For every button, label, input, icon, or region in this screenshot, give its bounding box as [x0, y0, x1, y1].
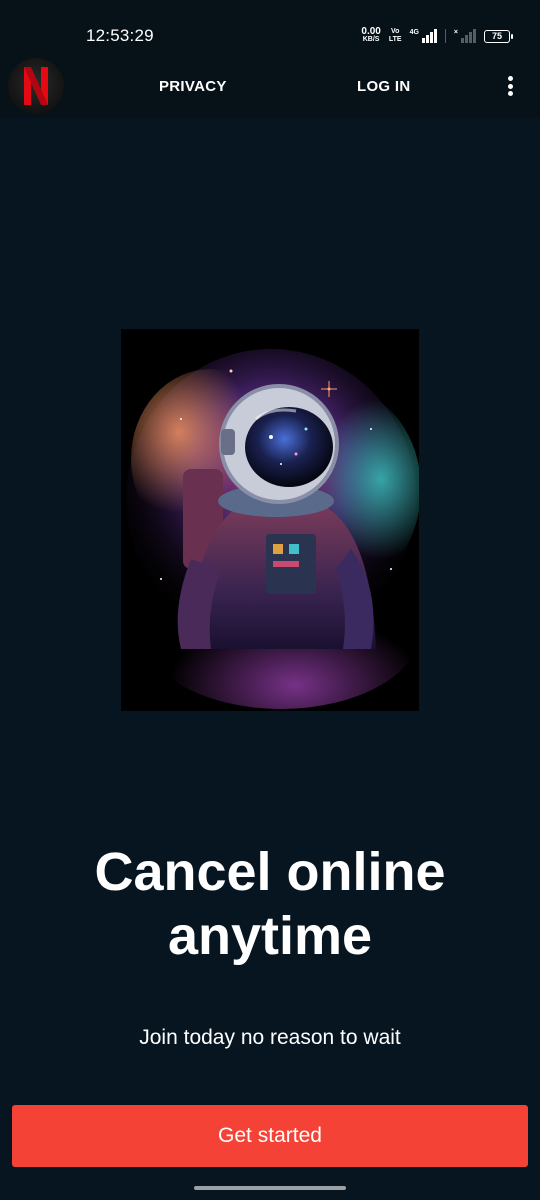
- signal-empty-icon: ×: [454, 29, 476, 43]
- volte-bottom-label: LTE: [388, 36, 402, 43]
- status-indicators: 0.00 KB/S Vo LTE 4G × 75: [361, 26, 513, 46]
- battery-icon: 75: [484, 29, 513, 43]
- netflix-logo[interactable]: [8, 58, 64, 114]
- app-screen: 12:53:29 0.00 KB/S Vo LTE 4G × 75 PRIVAC…: [0, 0, 540, 1200]
- top-nav: PRIVACY LOG IN: [0, 56, 540, 118]
- login-link[interactable]: LOG IN: [357, 78, 410, 95]
- status-bar: 12:53:29 0.00 KB/S Vo LTE 4G × 75: [0, 0, 540, 56]
- hero-image: [121, 329, 419, 711]
- netflix-n-icon: [24, 67, 48, 105]
- more-options-icon[interactable]: [500, 74, 520, 98]
- get-started-button[interactable]: Get started: [12, 1105, 528, 1167]
- home-indicator[interactable]: [194, 1186, 346, 1190]
- status-time: 12:53:29: [86, 26, 154, 45]
- astronaut-illustration: [121, 329, 419, 711]
- battery-level: 75: [491, 31, 502, 41]
- headline: Cancel online anytime: [94, 842, 446, 966]
- network-type-label: 4G: [409, 29, 419, 36]
- network-speed-unit: KB/S: [362, 36, 380, 43]
- network-speed-value: 0.00: [361, 26, 381, 37]
- network-speed: 0.00 KB/S: [361, 26, 381, 44]
- signal-strength-icon: 4G: [410, 29, 437, 43]
- status-separator: [444, 29, 446, 43]
- privacy-link[interactable]: PRIVACY: [159, 78, 227, 95]
- no-signal-mark: ×: [453, 29, 458, 36]
- subline: Join today no reason to wait: [139, 1026, 401, 1049]
- volte-top-label: Vo: [390, 28, 400, 35]
- volte-icon: Vo LTE: [389, 28, 402, 44]
